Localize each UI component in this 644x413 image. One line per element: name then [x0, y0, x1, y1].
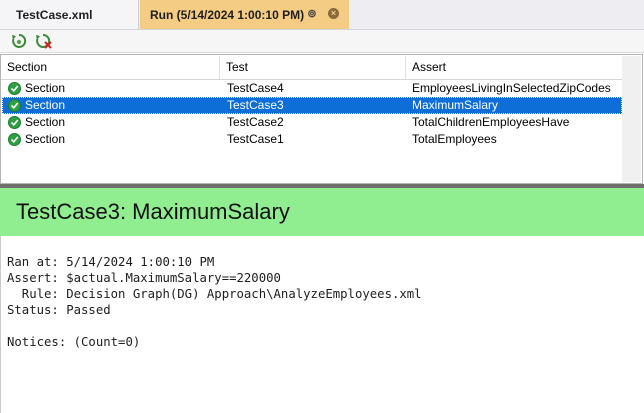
- passed-check-icon: [8, 82, 21, 95]
- table-row[interactable]: Section TestCase2 TotalChildrenEmployees…: [2, 114, 622, 131]
- tab-run[interactable]: Run (5/14/2024 1:00:10 PM) ⊚ ×: [140, 0, 349, 29]
- cell-assert: MaximumSalary: [412, 98, 499, 112]
- table-row[interactable]: Section TestCase4 EmployeesLivingInSelec…: [2, 80, 622, 97]
- status-line: Status: Passed: [7, 303, 111, 317]
- passed-check-icon: [8, 133, 21, 146]
- assert-line: Assert: $actual.MaximumSalary==220000: [7, 271, 281, 285]
- grid-header: Section Test Assert: [1, 56, 623, 80]
- rule-line: Rule: Decision Graph(DG) Approach\Analyz…: [7, 287, 422, 301]
- close-icon[interactable]: ×: [328, 8, 339, 19]
- detail-title: TestCase3: MaximumSalary: [0, 188, 644, 236]
- cell-section: Section: [25, 81, 66, 95]
- column-header-section[interactable]: Section: [1, 56, 220, 79]
- cell-section: Section: [25, 115, 66, 129]
- column-header-assert[interactable]: Assert: [406, 56, 623, 79]
- cell-assert: TotalChildrenEmployeesHave: [412, 115, 570, 129]
- tab-run-label: Run (5/14/2024 1:00:10 PM): [150, 7, 305, 22]
- vertical-scrollbar[interactable]: [622, 56, 641, 182]
- stop-tests-icon[interactable]: [35, 33, 53, 49]
- cell-test: TestCase1: [227, 132, 284, 146]
- table-row[interactable]: Section TestCase1 TotalEmployees: [2, 131, 622, 148]
- cell-assert: TotalEmployees: [412, 132, 497, 146]
- cell-section: Section: [25, 132, 66, 146]
- cell-assert: EmployeesLivingInSelectedZipCodes: [412, 81, 611, 95]
- cell-test: TestCase4: [227, 81, 284, 95]
- toolbar: [0, 30, 644, 53]
- passed-check-icon: [8, 116, 21, 129]
- notices-line: Notices: (Count=0): [7, 335, 141, 349]
- cell-test: TestCase2: [227, 115, 284, 129]
- tab-testcase-xml-label: TestCase.xml: [16, 7, 93, 22]
- cell-test: TestCase3: [227, 98, 284, 112]
- pin-icon[interactable]: ⊚: [306, 8, 318, 20]
- tab-bar: TestCase.xml Run (5/14/2024 1:00:10 PM) …: [0, 0, 644, 30]
- detail-body: Ran at: 5/14/2024 1:00:10 PM Assert: $ac…: [0, 236, 644, 413]
- passed-check-icon: [8, 99, 21, 112]
- table-row-selected[interactable]: Section TestCase3 MaximumSalary: [2, 97, 622, 114]
- column-header-test[interactable]: Test: [220, 56, 406, 79]
- cell-section: Section: [25, 98, 66, 112]
- results-grid: Section Test Assert Section TestCase4 Em…: [0, 54, 643, 184]
- run-tests-icon[interactable]: [11, 33, 29, 49]
- tab-testcase-xml[interactable]: TestCase.xml: [0, 0, 139, 29]
- ran-at-line: Ran at: 5/14/2024 1:00:10 PM: [7, 255, 215, 269]
